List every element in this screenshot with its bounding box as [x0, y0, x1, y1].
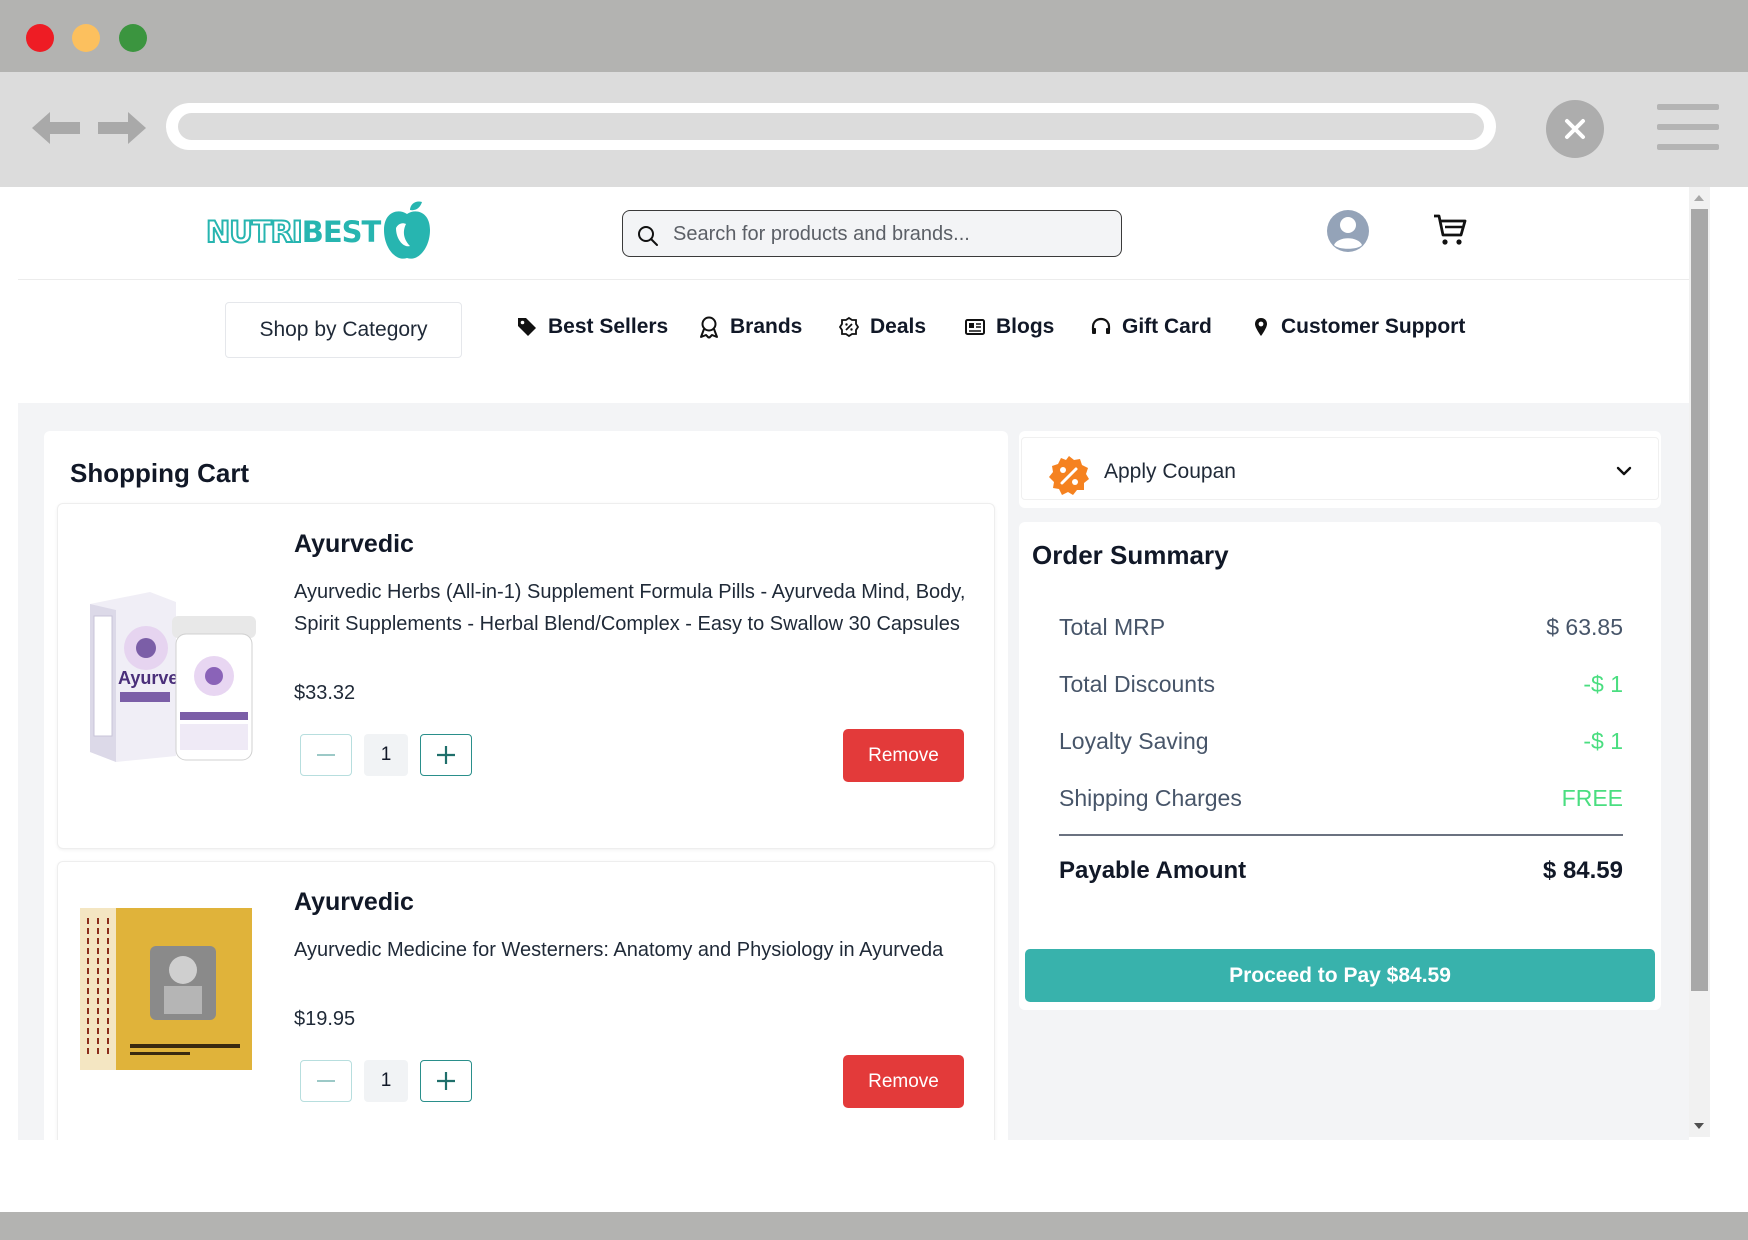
window-right-edge [1710, 187, 1748, 1212]
window-bottom-bar [0, 1212, 1748, 1240]
proceed-to-pay-button[interactable]: Proceed to Pay $84.59 [1025, 949, 1655, 1002]
cart-item: Ayurvedic Ayurvedic Medicine for Western… [57, 861, 995, 1140]
product-category: Ayurvedic [294, 888, 414, 916]
payable-amount-row: Payable Amount $ 84.59 [1059, 857, 1623, 885]
back-arrow-icon[interactable] [30, 108, 82, 148]
nav-label: Brands [730, 315, 803, 338]
summary-label: Shipping Charges [1059, 785, 1242, 811]
summary-value: FREE [1561, 785, 1623, 811]
nav-brands[interactable]: Brands [698, 315, 802, 339]
forward-arrow-icon[interactable] [96, 108, 148, 148]
product-price: $19.95 [294, 1008, 356, 1030]
payable-label: Payable Amount [1059, 857, 1247, 884]
product-description: Ayurvedic Herbs (All-in-1) Supplement Fo… [294, 581, 966, 635]
quantity-value[interactable]: 1 [364, 1060, 408, 1102]
logo-text-nutri: NUTRI [205, 214, 304, 250]
user-avatar-icon[interactable] [1326, 209, 1370, 253]
product-description: Ayurvedic Medicine for Westerners: Anato… [294, 939, 944, 961]
summary-label: Total MRP [1059, 614, 1166, 640]
logo-text-best: BEST [301, 215, 382, 249]
summary-value: -$ 1 [1583, 728, 1623, 754]
nutribest-logo[interactable]: NUTRI BEST [205, 197, 434, 267]
remove-item-button[interactable]: Remove [843, 1055, 964, 1108]
scroll-up-arrow-icon[interactable] [1694, 195, 1704, 201]
nav-customer-support[interactable]: Customer Support [1251, 315, 1465, 339]
tag-icon [518, 318, 536, 336]
order-summary-panel: Order Summary Total MRP $ 63.85 Total Di… [1019, 522, 1661, 1010]
page-scrollbar[interactable] [1689, 187, 1710, 1137]
window-close-dot[interactable] [26, 24, 54, 52]
coupon-label: Apply Coupan [1104, 460, 1236, 483]
cart-title: Shopping Cart [70, 458, 250, 488]
quantity-value[interactable]: 1 [364, 734, 408, 776]
summary-row-total-mrp: Total MRP $ 63.85 [1059, 614, 1623, 641]
cart-icon[interactable] [1432, 213, 1468, 247]
nav-gift-card[interactable]: Gift Card [1090, 315, 1212, 339]
minus-icon [317, 754, 335, 756]
site-header: NUTRI BEST [18, 187, 1689, 280]
shopping-cart-panel: Shopping Cart Ayurvedic Ayurvedic Ayurve… [44, 431, 1008, 1140]
nav-best-sellers[interactable]: Best Sellers [516, 315, 668, 339]
quantity-increase-button[interactable] [420, 734, 472, 776]
product-image-book[interactable] [80, 908, 252, 1070]
product-image-herbs[interactable]: Ayurvedic [80, 586, 256, 766]
window-titlebar [0, 0, 1748, 72]
chevron-down-icon [1616, 466, 1632, 476]
nav-label: Blogs [996, 315, 1055, 338]
summary-value: $ 63.85 [1546, 614, 1623, 640]
newspaper-icon [965, 319, 985, 335]
remove-item-button[interactable]: Remove [843, 729, 964, 782]
nav-label: Deals [870, 315, 927, 338]
summary-value: -$ 1 [1583, 671, 1623, 697]
window-minimize-dot[interactable] [72, 24, 100, 52]
summary-row-shipping: Shipping Charges FREE [1059, 785, 1623, 812]
map-pin-icon [1255, 318, 1267, 336]
apply-coupon-dropdown[interactable]: Apply Coupan [1019, 431, 1661, 508]
scroll-down-arrow-icon[interactable] [1694, 1123, 1704, 1129]
plus-icon [437, 1072, 455, 1090]
cart-page-content: Shopping Cart Ayurvedic Ayurvedic Ayurve… [18, 403, 1689, 1140]
browser-toolbar [0, 72, 1748, 187]
address-bar-field[interactable] [178, 113, 1484, 140]
quantity-increase-button[interactable] [420, 1060, 472, 1102]
minus-icon [317, 1080, 335, 1082]
category-navbar: Shop by Category Best Sellers Brands Dea… [18, 281, 1689, 403]
headphones-icon [1091, 317, 1111, 334]
quantity-decrease-button[interactable] [300, 1060, 352, 1102]
payable-value: $ 84.59 [1542, 857, 1623, 884]
search-icon [638, 226, 658, 246]
coupon-percent-icon [1049, 456, 1089, 495]
close-icon [1565, 119, 1585, 139]
search-bar[interactable] [622, 210, 1122, 257]
search-input[interactable] [673, 219, 1103, 249]
nav-blogs[interactable]: Blogs [964, 315, 1054, 339]
shop-by-category-button[interactable]: Shop by Category [225, 302, 462, 358]
badge-percent-icon [838, 316, 860, 338]
summary-divider [1059, 834, 1623, 836]
coupon-row: Apply Coupan [1021, 437, 1659, 500]
nav-label: Customer Support [1281, 315, 1466, 338]
product-category: Ayurvedic [294, 530, 414, 558]
nav-label: Gift Card [1122, 315, 1212, 338]
apple-logo-icon [384, 201, 431, 259]
quantity-decrease-button[interactable] [300, 734, 352, 776]
window-maximize-dot[interactable] [119, 24, 147, 52]
plus-icon [437, 746, 455, 764]
product-price: $33.32 [294, 682, 356, 704]
summary-label: Loyalty Saving [1059, 728, 1209, 754]
order-summary-title: Order Summary [1032, 540, 1229, 570]
close-tab-button[interactable] [1546, 100, 1604, 158]
scrollbar-thumb[interactable] [1691, 209, 1708, 991]
award-icon [700, 316, 718, 339]
summary-label: Total Discounts [1059, 671, 1215, 697]
nav-label: Best Sellers [548, 315, 669, 338]
nav-deals[interactable]: Deals [838, 315, 926, 339]
browser-menu-button[interactable] [1657, 104, 1719, 152]
summary-row-loyalty: Loyalty Saving -$ 1 [1059, 728, 1623, 755]
address-bar[interactable] [166, 103, 1496, 150]
summary-row-discounts: Total Discounts -$ 1 [1059, 671, 1623, 698]
cart-item: Ayurvedic Ayurvedic Ayurvedic Herbs (All… [57, 503, 995, 849]
